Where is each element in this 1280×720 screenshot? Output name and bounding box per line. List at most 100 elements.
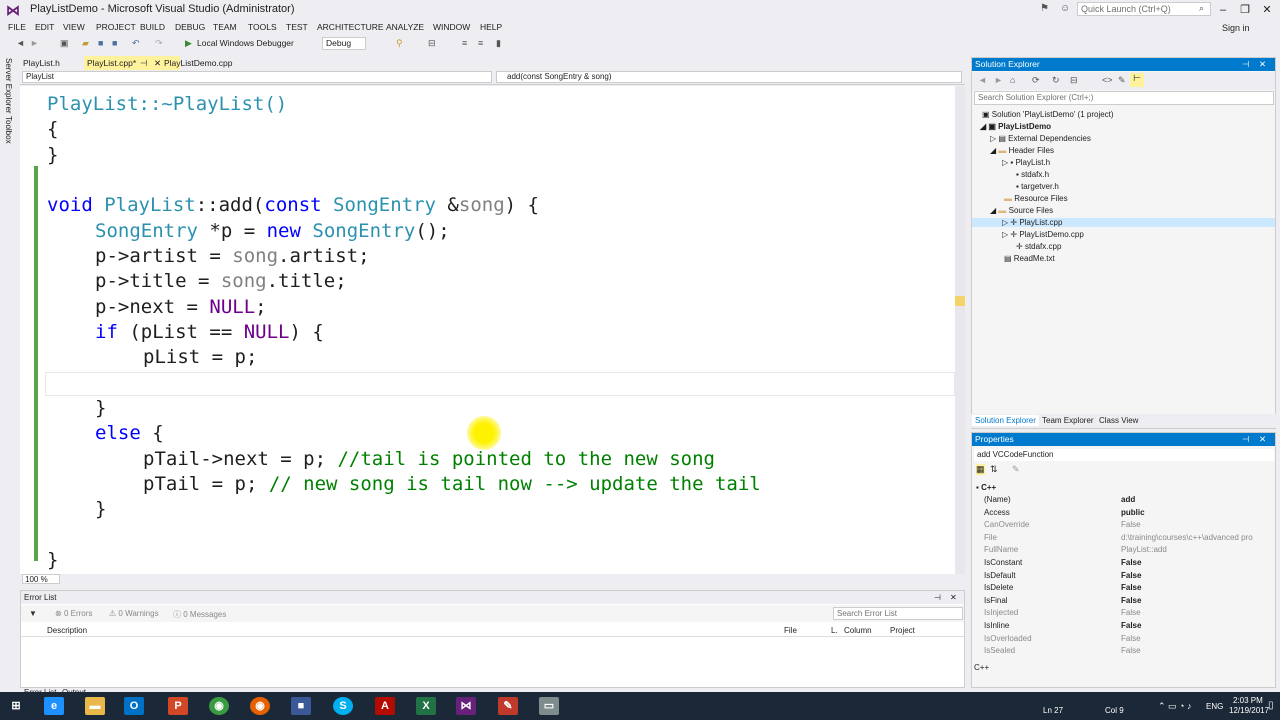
tab-team-explorer[interactable]: Team Explorer <box>1039 415 1097 426</box>
paint-icon[interactable]: ✎ <box>498 697 518 715</box>
outdent-icon[interactable]: ≡ <box>478 37 483 49</box>
property-pages-icon[interactable]: ✎ <box>1012 464 1020 475</box>
menu-test[interactable]: TEST <box>286 22 308 32</box>
toolbox-tab[interactable]: Toolbox <box>4 116 13 144</box>
visual-studio-taskbar-icon[interactable]: ⋈ <box>456 697 476 715</box>
properties-wrench-icon[interactable]: ✎ <box>1118 75 1126 86</box>
open-file-icon[interactable]: ▰ <box>82 37 89 49</box>
tree-stdafx-h[interactable]: ▪ stdafx.h <box>1016 170 1049 179</box>
pin-icon[interactable]: ⊣ <box>1242 433 1249 446</box>
start-windows-icon[interactable]: ⊞ <box>6 697 26 715</box>
prop-row[interactable]: File d:\training\courses\c++\advanced pro <box>984 533 1274 546</box>
feedback-icon[interactable]: ☺ <box>1060 3 1070 14</box>
search-solution-explorer-input[interactable]: Search Solution Explorer (Ctrl+;) <box>974 91 1274 105</box>
close-icon[interactable]: ✕ <box>1259 58 1266 71</box>
prop-row[interactable]: IsConstant False <box>984 558 1274 571</box>
prop-row[interactable]: CanOverride False <box>984 520 1274 533</box>
tab-class-view[interactable]: Class View <box>1096 415 1141 426</box>
col-column[interactable]: Column <box>844 626 872 635</box>
menu-tools[interactable]: TOOLS <box>248 22 277 32</box>
quick-launch-input[interactable]: Quick Launch (Ctrl+Q) <box>1077 2 1211 16</box>
back-icon[interactable]: ◄ <box>16 37 25 49</box>
tree-targetver-h[interactable]: ▪ targetver.h <box>1016 182 1059 191</box>
tree-playlist-h[interactable]: ▷ ▪ PlayList.h <box>1002 158 1050 167</box>
prop-row[interactable]: IsInjected False <box>984 608 1274 621</box>
layout-icon[interactable]: ⊟ <box>428 37 436 49</box>
tray-icons[interactable]: ⌃ ▭ ◔ ♪ <box>1158 701 1191 712</box>
scope-dropdown[interactable]: PlayList <box>22 71 492 83</box>
search-error-list-input[interactable]: Search Error List <box>833 607 963 620</box>
back-icon[interactable]: ◄ <box>978 75 987 85</box>
tree-solution[interactable]: ▣ Solution 'PlayListDemo' (1 project) <box>982 110 1114 119</box>
home-icon[interactable]: ⌂ <box>1010 75 1015 85</box>
close-button[interactable]: ✕ <box>1257 2 1277 18</box>
col-file[interactable]: File <box>784 626 797 635</box>
properties-object-select[interactable]: add VCCodeFunction <box>974 449 1274 461</box>
save-icon[interactable]: ■ <box>98 37 103 49</box>
save-all-icon[interactable]: ■ <box>112 37 117 49</box>
tree-source-files[interactable]: ◢ ▬ Source Files <box>990 206 1053 215</box>
editor-scrollbar[interactable] <box>955 86 965 574</box>
menu-help[interactable]: HELP <box>480 22 502 32</box>
excel-icon[interactable]: X <box>416 697 436 715</box>
menu-team[interactable]: TEAM <box>213 22 237 32</box>
menu-analyze[interactable]: ANALYZE <box>386 22 424 32</box>
categorized-icon[interactable]: ▦ <box>976 464 985 475</box>
refresh-icon[interactable]: ↻ <box>1052 75 1060 86</box>
col-line[interactable]: L. <box>831 626 838 635</box>
tree-playlist-cpp[interactable]: ▷ ✛ PlayList.cpp <box>972 218 1275 227</box>
app-window-icon[interactable]: ▭ <box>539 697 559 715</box>
warnings-filter[interactable]: ⚠ 0 Warnings <box>109 609 159 618</box>
prop-row[interactable]: IsInline False <box>984 621 1274 634</box>
bookmark-icon[interactable]: ▮ <box>496 37 501 49</box>
prop-row[interactable]: IsSealed False <box>984 646 1274 659</box>
restore-button[interactable]: ❐ <box>1235 2 1255 18</box>
undo-icon[interactable]: ↶ <box>132 37 140 49</box>
prop-row[interactable]: IsOverloaded False <box>984 634 1274 647</box>
prop-row[interactable]: (Name) add <box>984 495 1274 508</box>
prop-row[interactable]: IsDelete False <box>984 583 1274 596</box>
tree-playlistdemo-cpp[interactable]: ▷ ✛ PlayListDemo.cpp <box>1002 230 1084 239</box>
debugger-label[interactable]: Local Windows Debugger <box>197 37 294 49</box>
acrobat-icon[interactable]: A <box>375 697 395 715</box>
alphabetical-icon[interactable]: ⇅ <box>990 464 998 475</box>
close-icon[interactable]: ✕ <box>1259 433 1266 446</box>
skype-icon[interactable]: S <box>333 697 353 715</box>
tab-playlistdemo-cpp[interactable]: PlayListDemo.cpp <box>161 56 236 70</box>
pin-icon[interactable]: ⊣ <box>1242 58 1249 71</box>
preview-toggle-icon[interactable]: ⊢ <box>1130 73 1144 87</box>
filter-icon[interactable]: ▼ <box>29 609 37 618</box>
tree-stdafx-cpp[interactable]: ✛ stdafx.cpp <box>1016 242 1061 251</box>
menu-edit[interactable]: EDIT <box>35 22 54 32</box>
firefox-icon[interactable]: ◉ <box>250 697 270 715</box>
tree-readme-txt[interactable]: ▤ ReadMe.txt <box>1004 254 1055 263</box>
pin-icon[interactable]: ⊣ <box>934 591 941 604</box>
clock-time[interactable]: 2:03 PM <box>1233 696 1263 705</box>
sync-icon[interactable]: ⟳ <box>1032 75 1040 86</box>
chrome-icon[interactable]: ◉ <box>209 697 229 715</box>
collapse-all-icon[interactable]: ⊟ <box>1070 75 1078 86</box>
start-debugging-icon[interactable]: ▶ <box>185 37 192 49</box>
notifications-icon[interactable]: ▯ <box>1268 700 1274 711</box>
file-explorer-icon[interactable]: ▬ <box>85 697 105 715</box>
tab-playlist-h[interactable]: PlayList.h <box>20 56 63 70</box>
code-view-icon[interactable]: <> <box>1102 75 1113 85</box>
member-dropdown[interactable]: add(const SongEntry & song) <box>496 71 962 83</box>
menu-build[interactable]: BUILD <box>140 22 165 32</box>
zoom-select[interactable]: 100 % <box>22 574 60 584</box>
menu-debug[interactable]: DEBUG <box>175 22 205 32</box>
prop-row[interactable]: IsDefault False <box>984 571 1274 584</box>
menu-window[interactable]: WINDOW <box>433 22 470 32</box>
code-editor[interactable]: PlayList::~PlayList() { } void PlayList:… <box>20 86 955 574</box>
server-explorer-tab[interactable]: Server Explorer <box>4 58 13 114</box>
prop-row[interactable]: Access public <box>984 508 1274 521</box>
find-icon[interactable]: ⚲ <box>396 37 403 49</box>
tree-resource-files[interactable]: ▬ Resource Files <box>1004 194 1068 203</box>
close-icon[interactable]: ✕ <box>950 591 957 604</box>
outlook-icon[interactable]: O <box>124 697 144 715</box>
internet-explorer-icon[interactable]: e <box>44 697 64 715</box>
forward-icon[interactable]: ► <box>30 37 39 49</box>
redo-icon[interactable]: ↷ <box>155 37 163 49</box>
menu-view[interactable]: VIEW <box>63 22 85 32</box>
col-description[interactable]: Description <box>47 626 87 635</box>
